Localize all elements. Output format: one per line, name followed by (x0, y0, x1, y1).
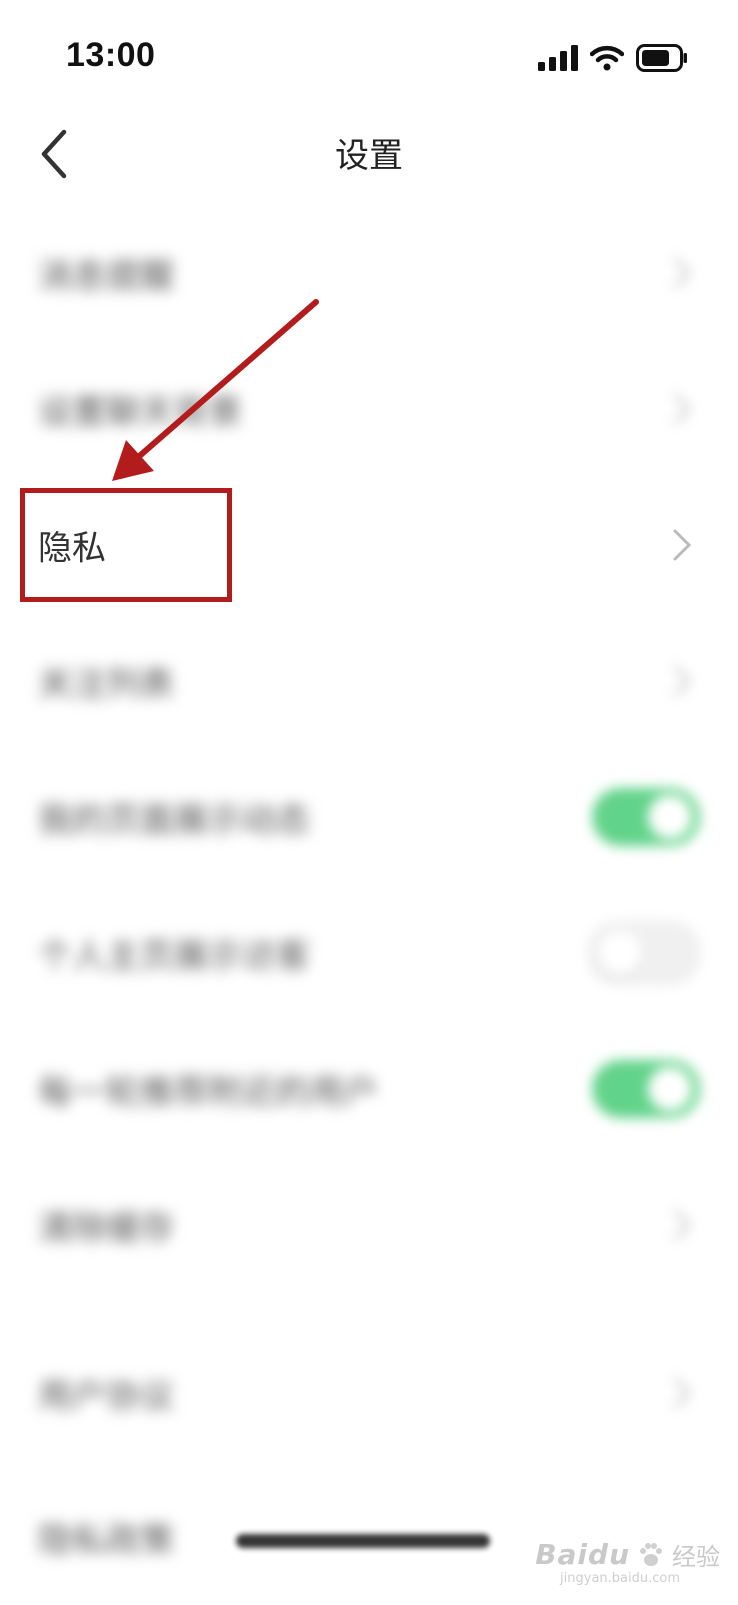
toggle-knob (598, 931, 642, 975)
chevron-right-icon (673, 1377, 692, 1409)
settings-item-label: 我的页面展示动态 (38, 800, 310, 841)
baidu-watermark: Baidu 经验 jingyan.baidu.com (535, 1537, 720, 1586)
chevron-right-icon (673, 1209, 692, 1241)
settings-item-show-activity: 我的页面展示动态 (0, 749, 738, 885)
toggle-switch[interactable] (592, 788, 700, 846)
settings-item-label: 消息提醒 (38, 256, 174, 297)
settings-item-show-visitors: 个人主页展示访客 (0, 885, 738, 1021)
settings-item-chat-background[interactable]: 设置聊天背景 (0, 341, 738, 477)
chevron-right-icon (673, 529, 692, 561)
paw-icon (640, 1542, 662, 1566)
status-icons (538, 44, 688, 72)
toggle-knob (648, 1067, 692, 1111)
watermark-logo: Baidu (535, 1538, 630, 1571)
page-title: 设置 (335, 136, 403, 176)
wifi-icon (590, 45, 624, 71)
home-indicator (236, 1534, 490, 1548)
annotation-highlight-box (20, 488, 232, 602)
battery-icon (636, 44, 687, 72)
settings-item-message-alerts[interactable]: 消息提醒 (0, 205, 738, 341)
settings-item-recommend-nearby: 每一轮推荐附近的用户 (0, 1021, 738, 1157)
status-bar: 13:00 (0, 0, 738, 110)
settings-item-label: 关注列表 (38, 664, 174, 705)
chevron-right-icon (673, 665, 692, 697)
settings-item-label: 隐私政策 (38, 1520, 174, 1561)
settings-item-following-list[interactable]: 关注列表 (0, 613, 738, 749)
settings-item-label: 每一轮推荐附近的用户 (38, 1072, 378, 1113)
toggle-knob (648, 795, 692, 839)
settings-item-label: 用户协议 (38, 1376, 174, 1417)
nav-bar: 设置 (0, 110, 738, 200)
settings-item-label: 设置聊天背景 (38, 392, 242, 433)
settings-item-label: 个人主页展示访客 (38, 936, 310, 977)
settings-item-label: 清除缓存 (38, 1208, 174, 1249)
chevron-right-icon (673, 393, 692, 425)
watermark-url: jingyan.baidu.com (560, 1571, 680, 1586)
watermark-cn: 经验 (672, 1543, 720, 1571)
chevron-right-icon (673, 257, 692, 289)
toggle-switch[interactable] (592, 1060, 700, 1118)
toggle-switch[interactable] (588, 922, 700, 984)
settings-item-user-agreement[interactable]: 用户协议 (0, 1325, 738, 1461)
status-time: 13:00 (66, 36, 156, 74)
settings-item-clear-cache[interactable]: 清除缓存 (0, 1157, 738, 1293)
signal-icon (538, 45, 578, 71)
